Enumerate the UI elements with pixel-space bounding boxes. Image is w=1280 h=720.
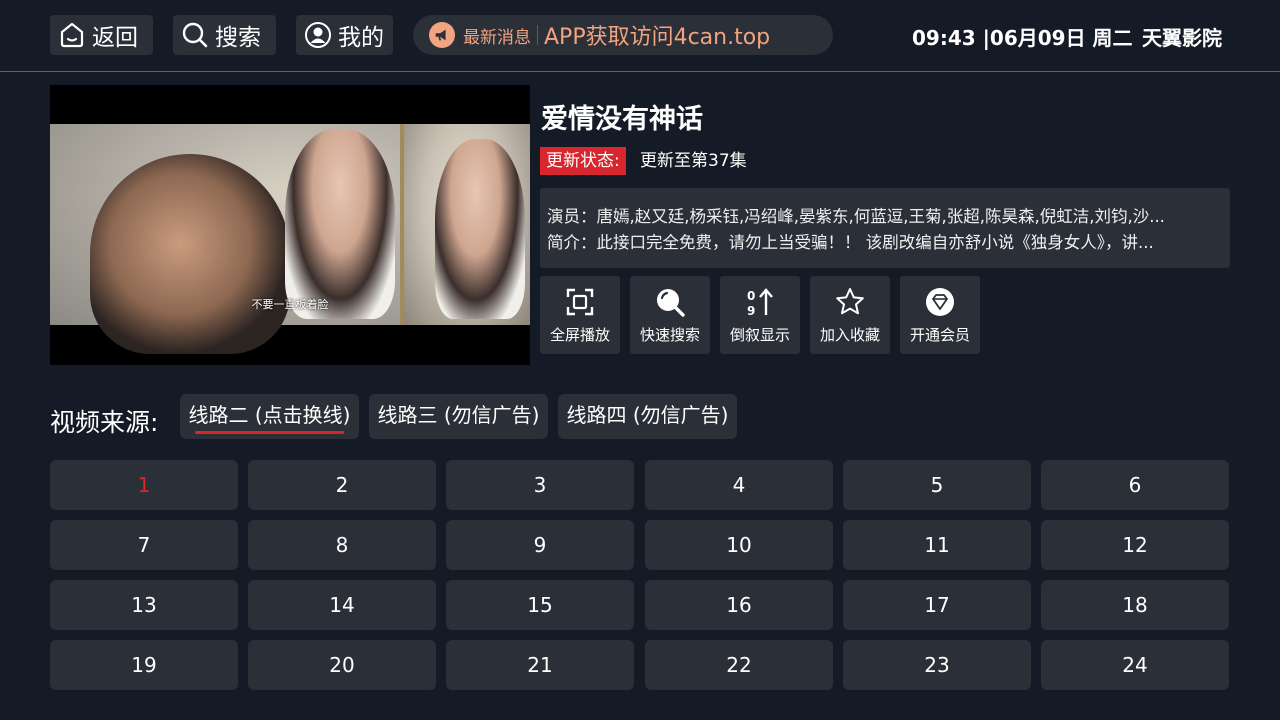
user-icon (305, 22, 331, 48)
news-divider (537, 25, 538, 45)
search-label: 搜索 (215, 25, 261, 51)
episode-button[interactable]: 16 (645, 580, 833, 630)
episode-button[interactable]: 7 (50, 520, 238, 570)
svg-text:9: 9 (747, 304, 755, 318)
clock-date: 09:43 |06月09日 周二 (912, 26, 1133, 50)
show-title: 爱情没有神话 (541, 104, 703, 135)
fullscreen-label: 全屏播放 (549, 326, 610, 344)
search-button[interactable]: 搜索 (173, 15, 276, 55)
news-tag: 最新消息 (463, 27, 531, 48)
magnifier-icon (657, 289, 685, 317)
episode-button[interactable]: 14 (248, 580, 436, 630)
episode-button[interactable]: 22 (645, 640, 833, 690)
episode-button[interactable]: 5 (843, 460, 1031, 510)
star-icon (836, 288, 864, 315)
search-icon (182, 22, 208, 48)
status-value: 更新至第37集 (640, 151, 747, 171)
episode-button[interactable]: 9 (446, 520, 634, 570)
episode-button[interactable]: 11 (843, 520, 1031, 570)
detail-page: 返回 搜索 我的 最新消息 APP获取访问4can.top 09:43 |06月… (0, 0, 1280, 720)
profile-button[interactable]: 我的 (296, 15, 393, 55)
episode-button[interactable]: 1 (50, 460, 238, 510)
svg-text:0: 0 (747, 289, 755, 303)
back-button[interactable]: 返回 (50, 15, 153, 55)
source-tab-line4[interactable]: 线路四 (勿信广告) (558, 394, 737, 439)
episode-button[interactable]: 3 (446, 460, 634, 510)
source-tab-line3[interactable]: 线路三 (勿信广告) (369, 394, 548, 439)
episode-button[interactable]: 20 (248, 640, 436, 690)
episode-button[interactable]: 15 (446, 580, 634, 630)
source-label: 视频来源: (50, 408, 159, 437)
episode-button[interactable]: 23 (843, 640, 1031, 690)
description-box[interactable]: 演员：唐嫣,赵又廷,杨采钰,冯绍峰,晏紫东,何蓝逗,王菊,张超,陈昊森,倪虹洁,… (540, 188, 1230, 268)
episode-button[interactable]: 4 (645, 460, 833, 510)
episode-button[interactable]: 8 (248, 520, 436, 570)
fullscreen-icon (566, 288, 594, 316)
actor-figure (90, 154, 290, 354)
reverse-order-button[interactable]: 09 倒叙显示 (720, 276, 800, 354)
back-label: 返回 (92, 25, 138, 51)
episode-button[interactable]: 21 (446, 640, 634, 690)
episode-button[interactable]: 13 (50, 580, 238, 630)
vip-membership-button[interactable]: 开通会员 (900, 276, 980, 354)
video-frame (50, 124, 530, 354)
source-tab-line2[interactable]: 线路二 (点击换线) (180, 394, 359, 439)
vip-label: 开通会员 (909, 326, 970, 344)
intro-line: 简介：此接口完全免费，请勿上当受骗！！ 该剧改编自亦舒小说《独身女人》，讲... (547, 233, 1154, 252)
megaphone-icon (429, 22, 455, 48)
news-message: APP获取访问4can.top (544, 25, 771, 50)
sort-icon: 09 (747, 288, 773, 318)
add-favorite-button[interactable]: 加入收藏 (810, 276, 890, 354)
quick-search-label: 快速搜索 (639, 326, 700, 344)
home-icon (60, 22, 84, 48)
top-bar: 返回 搜索 我的 最新消息 APP获取访问4can.top 09:43 |06月… (0, 0, 1280, 72)
episode-button[interactable]: 19 (50, 640, 238, 690)
fullscreen-play-button[interactable]: 全屏播放 (540, 276, 620, 354)
episode-button[interactable]: 6 (1041, 460, 1229, 510)
diamond-icon (926, 288, 954, 316)
news-ticker[interactable]: 最新消息 APP获取访问4can.top (413, 15, 833, 55)
reverse-order-label: 倒叙显示 (729, 326, 790, 344)
video-subtitle: 不要一直板着脸 (251, 298, 329, 311)
actors-line: 演员：唐嫣,赵又廷,杨采钰,冯绍峰,晏紫东,何蓝逗,王菊,张超,陈昊森,倪虹洁,… (547, 207, 1165, 226)
episode-button[interactable]: 12 (1041, 520, 1229, 570)
episode-button[interactable]: 18 (1041, 580, 1229, 630)
source-tab-label: 线路四 (勿信广告) (566, 403, 729, 427)
add-favorite-label: 加入收藏 (819, 326, 880, 344)
episode-button[interactable]: 10 (645, 520, 833, 570)
episode-button[interactable]: 24 (1041, 640, 1229, 690)
video-player[interactable]: 不要一直板着脸 (50, 85, 530, 365)
selected-indicator (195, 431, 344, 434)
status-badge: 更新状态: (540, 147, 626, 175)
episode-button[interactable]: 17 (843, 580, 1031, 630)
episode-button[interactable]: 2 (248, 460, 436, 510)
actress-figure (285, 129, 395, 319)
actress-reflection (435, 139, 525, 319)
brand-name: 天翼影院 (1142, 26, 1222, 50)
profile-label: 我的 (338, 25, 384, 51)
source-tab-label: 线路三 (勿信广告) (377, 403, 540, 427)
quick-search-button[interactable]: 快速搜索 (630, 276, 710, 354)
source-tab-label: 线路二 (点击换线) (188, 403, 351, 427)
